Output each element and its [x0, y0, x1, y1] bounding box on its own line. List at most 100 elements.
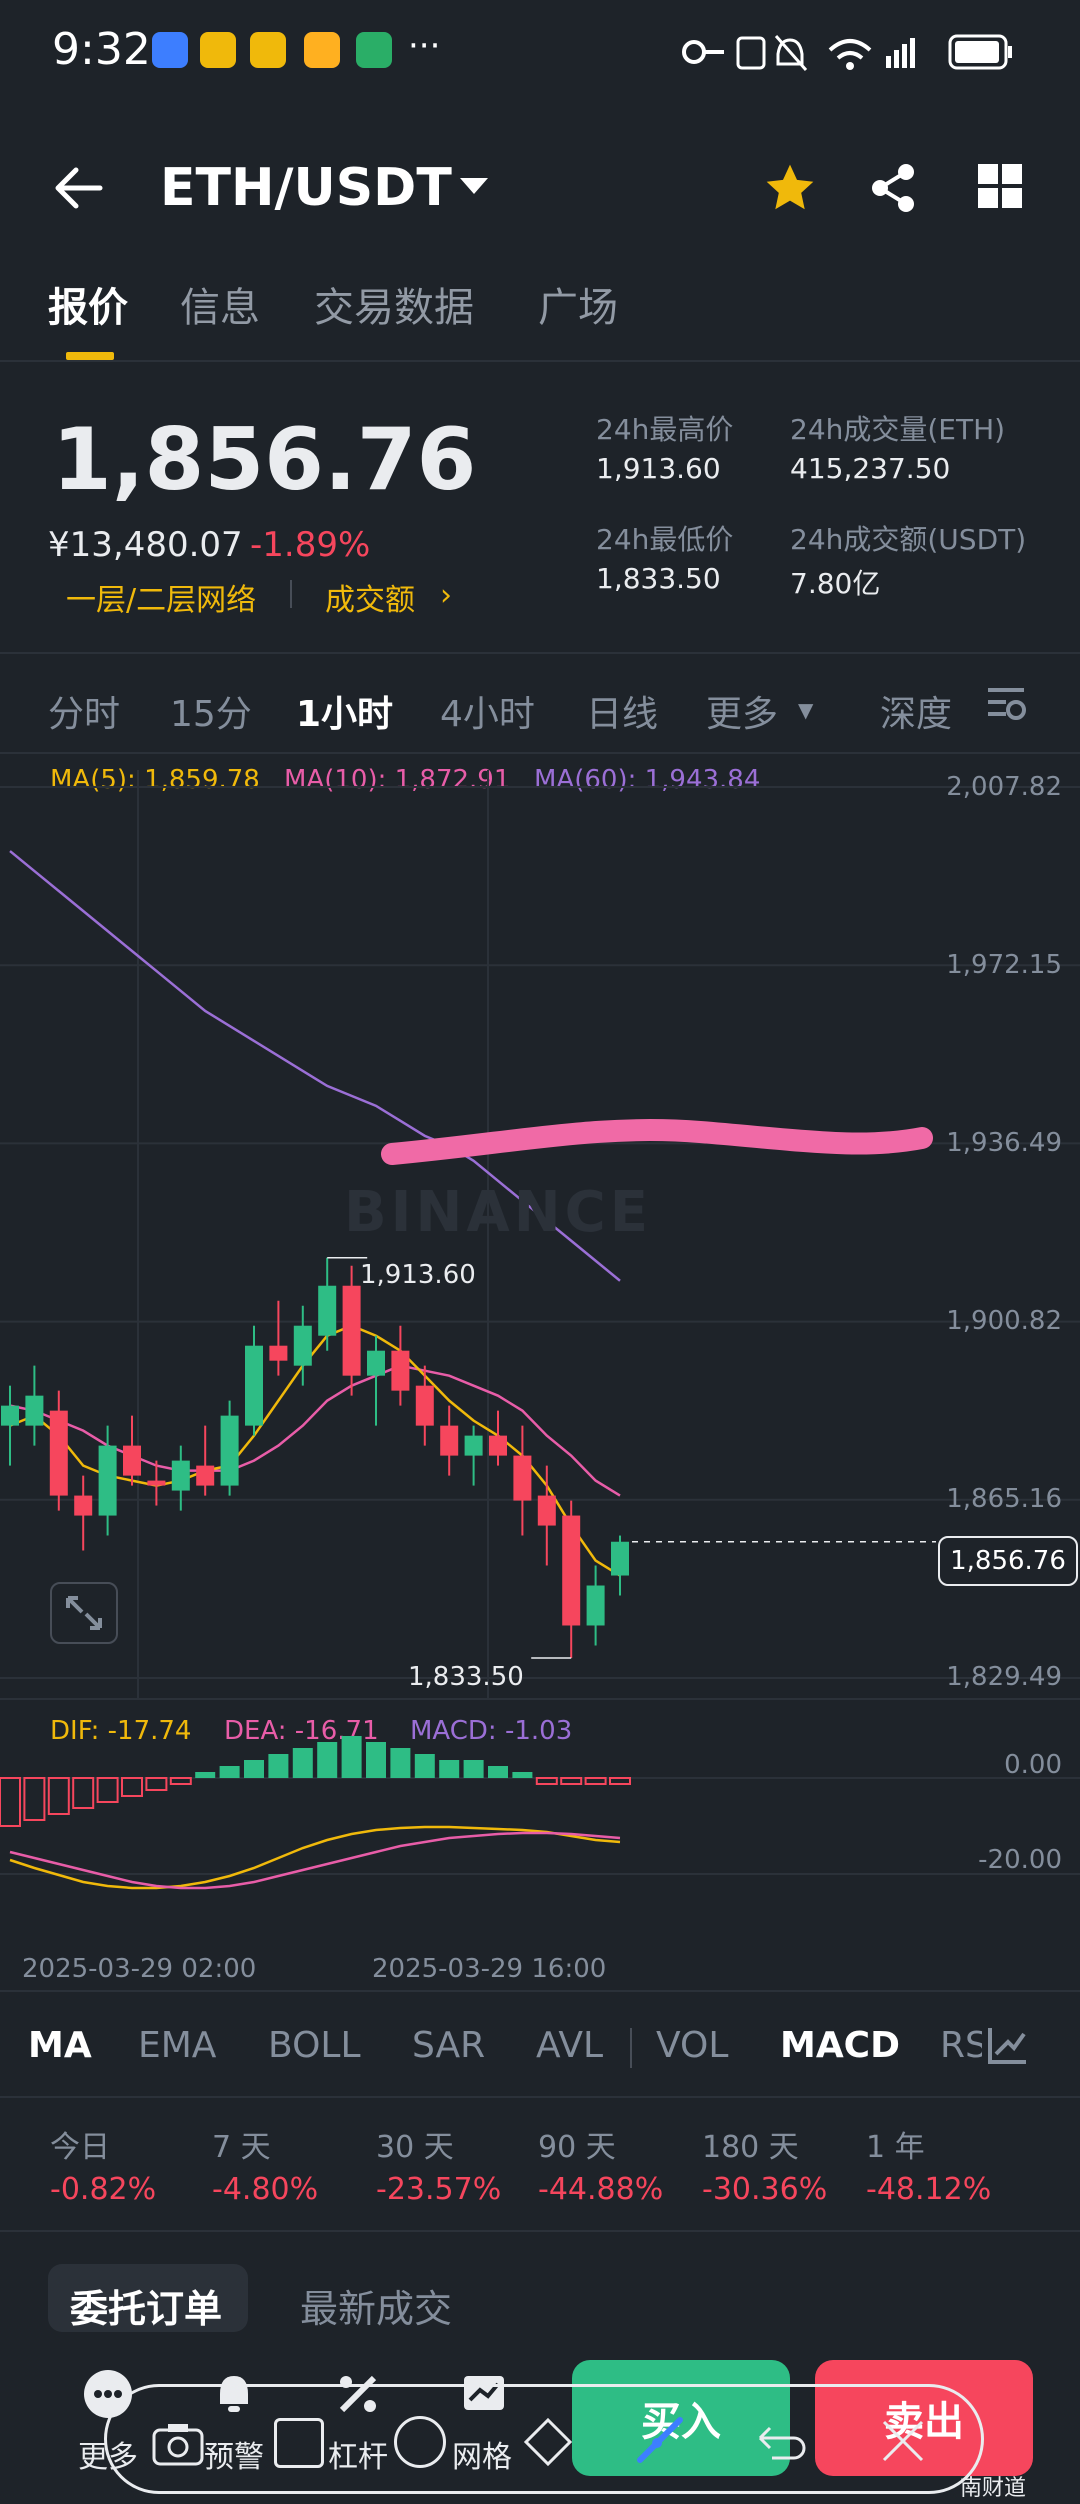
candle-body	[611, 1541, 629, 1576]
pair-dropdown-icon[interactable]	[458, 174, 490, 198]
perf-value: -23.57%	[376, 2172, 502, 2207]
wechat-icon	[356, 32, 392, 68]
y-tick-label: 1,936.49	[946, 1128, 1062, 1158]
grid-menu-icon[interactable]	[976, 162, 1024, 210]
close-icon[interactable]	[876, 2414, 930, 2468]
more-dropdown-icon: ▼	[798, 698, 814, 722]
y-tick-label: 1,829.49	[946, 1662, 1062, 1692]
macd-histogram-bar	[512, 1772, 533, 1778]
favorite-star-icon[interactable]	[762, 160, 818, 216]
indicator-settings-icon[interactable]	[982, 2020, 1034, 2070]
indicator-avl[interactable]: AVL	[536, 2025, 603, 2066]
more-notifications-icon: ···	[408, 26, 441, 66]
candle-body	[391, 1350, 410, 1391]
indicator-divider	[630, 2028, 632, 2068]
interval-4h[interactable]: 4小时	[440, 685, 535, 737]
macd-histogram-bar	[244, 1760, 264, 1778]
circle-shape-icon[interactable]	[394, 2416, 446, 2468]
indicator-ema[interactable]: EMA	[138, 2025, 216, 2066]
perf-label: 1 年	[866, 2130, 925, 2165]
tab-trading-data[interactable]: 交易数据	[314, 275, 474, 333]
macd-histogram-bar	[366, 1742, 386, 1778]
candle-body	[293, 1325, 312, 1366]
candle-body	[537, 1495, 556, 1526]
candle-body	[342, 1285, 361, 1376]
x-tick-label: 2025-03-29 02:00	[22, 1954, 257, 1984]
indicator-boll[interactable]: BOLL	[268, 2025, 361, 2066]
indicator-sar[interactable]: SAR	[412, 2025, 485, 2066]
candle-body	[464, 1435, 483, 1456]
high-value: 1,913.60	[596, 452, 721, 485]
fullscreen-button[interactable]	[50, 1582, 118, 1644]
indicator-macd[interactable]: MACD	[780, 2025, 900, 2066]
candle-body	[74, 1495, 93, 1516]
candle-body	[562, 1515, 581, 1626]
network-tag[interactable]: 一层/二层网络	[66, 575, 256, 619]
tab-info[interactable]: 信息	[180, 275, 260, 333]
last-price: 1,856.76	[52, 410, 477, 510]
macd-histogram-bar	[195, 1772, 216, 1778]
perf-label: 90 天	[538, 2130, 616, 2165]
undo-icon[interactable]	[752, 2414, 810, 2470]
candle-body	[245, 1345, 263, 1426]
candle-body	[318, 1285, 337, 1336]
chevron-right-icon: ›	[440, 578, 452, 613]
tab-square[interactable]: 广场	[538, 275, 618, 333]
vol-usdt-label: 24h成交额(USDT)	[790, 523, 1027, 556]
interval-line[interactable]: 分时	[48, 685, 120, 737]
low-label: 24h最低价	[596, 523, 734, 556]
y-tick-label: 1,972.15	[946, 950, 1062, 980]
macd-histogram-bar	[219, 1766, 240, 1778]
candle-body	[147, 1480, 166, 1486]
candle-body	[440, 1425, 459, 1456]
candle-body	[25, 1395, 44, 1426]
status-icons	[680, 30, 1020, 74]
macd-histogram-bar	[439, 1760, 460, 1778]
camera-icon[interactable]	[150, 2420, 206, 2468]
interval-1d[interactable]: 日线	[586, 685, 658, 737]
y-tick-label: 2,007.82	[946, 772, 1062, 802]
app-icon-2	[200, 32, 236, 68]
interval-depth[interactable]: 深度	[880, 685, 952, 737]
candle-body	[196, 1465, 215, 1486]
x-tick-label: 2025-03-29 16:00	[372, 1954, 607, 1984]
square-shape-icon[interactable]	[274, 2418, 324, 2468]
interval-more[interactable]: 更多	[706, 685, 778, 737]
share-icon[interactable]	[866, 160, 922, 216]
macd-histogram-bar	[96, 1777, 119, 1803]
macd-histogram-bar	[341, 1736, 362, 1778]
tab-recent-trades[interactable]: 最新成交	[300, 2278, 452, 2333]
indicator-ma[interactable]: MA	[28, 2025, 92, 2066]
tabs-divider	[0, 360, 1080, 362]
app-icon-1	[152, 32, 188, 68]
indicator-rsi[interactable]: RS	[940, 2025, 988, 2066]
pen-icon[interactable]	[630, 2410, 690, 2470]
eraser-icon[interactable]	[520, 2414, 576, 2470]
dif-line	[9, 1825, 621, 1890]
tab-quote[interactable]: 报价	[48, 275, 128, 333]
indicator-vol[interactable]: VOL	[656, 2025, 728, 2066]
turnover-link[interactable]: 成交额	[325, 575, 415, 619]
price-cny: ¥13,480.07	[48, 525, 243, 565]
perf-label: 180 天	[702, 2130, 799, 2165]
interval-divider	[0, 752, 1080, 754]
perf-value: -44.88%	[538, 2172, 664, 2207]
candle-body	[171, 1460, 190, 1491]
interval-1h[interactable]: 1小时	[296, 685, 393, 737]
tab-open-orders[interactable]: 委托订单	[70, 2278, 222, 2333]
back-button[interactable]	[50, 160, 106, 216]
tag-divider	[290, 580, 292, 608]
candle-body	[367, 1350, 385, 1376]
macd-chart[interactable]	[0, 1700, 1080, 1950]
perf-value: -30.36%	[702, 2172, 828, 2207]
expand-icon	[66, 1596, 102, 1630]
pair-title[interactable]: ETH/USDT	[160, 158, 452, 218]
perf-value: -0.82%	[50, 2172, 157, 2207]
macd-histogram-bar	[23, 1777, 46, 1821]
macd-histogram-bar	[145, 1777, 168, 1791]
interval-15m[interactable]: 15分	[170, 685, 252, 737]
macd-histogram-bar	[414, 1754, 435, 1778]
vol-eth-label: 24h成交量(ETH)	[790, 413, 1006, 446]
low-marker-label: 1,833.50	[408, 1662, 524, 1692]
chart-settings-icon[interactable]	[984, 682, 1028, 726]
